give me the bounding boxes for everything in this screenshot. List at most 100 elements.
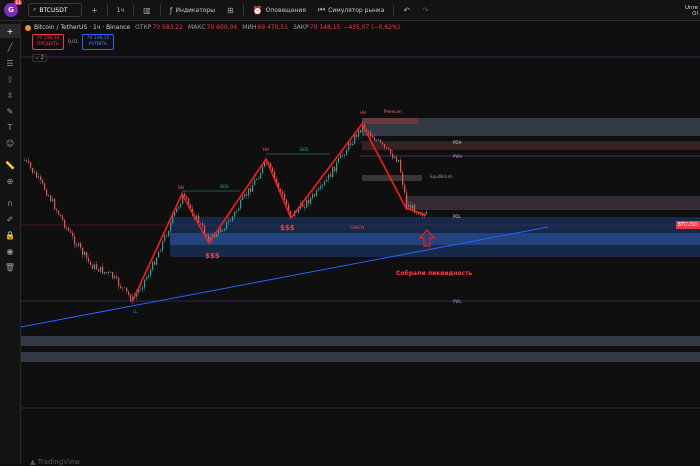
candle [28,160,30,163]
candle [320,186,322,189]
candle [74,236,76,245]
candle [380,139,382,143]
candle [358,129,360,137]
replay-button[interactable]: ⏮ Симулятор рынка [315,4,387,16]
redo-button[interactable]: ↷ [419,4,432,16]
redo-icon: ↷ [422,5,429,15]
candle [122,287,124,289]
trash-icon[interactable]: 🗑 [0,260,20,274]
candle [228,220,230,222]
price-chart[interactable]: HH HH HH BOS BOS LL Premium Equilibrium … [21,21,700,464]
high-value: 70 600,04 [206,24,238,31]
lock-drawing-icon[interactable]: ✐ [0,212,20,226]
fib-icon[interactable]: ☰ [0,56,20,70]
symbol-label: BTCUSDT [39,6,68,14]
eye-icon[interactable]: ◉ [0,244,20,258]
candle [56,209,58,211]
cross-icon[interactable]: + [0,24,20,38]
candle [152,261,154,270]
candle [356,134,358,137]
hh-label-3: HH [360,110,366,115]
indicators-button[interactable]: ƒ Индикаторы [167,4,218,16]
candle [162,241,164,251]
candle [40,176,42,180]
candle [126,287,128,292]
tradingview-logo[interactable]: ▲ TradingView [30,458,80,466]
chart-type-button[interactable]: ▥ [140,4,154,16]
interval-button[interactable]: 1ч [114,4,127,16]
candle [120,286,122,289]
brush-icon[interactable]: ✎ [0,104,20,118]
text-icon[interactable]: T [0,120,20,134]
pdh-label: PDH [453,140,462,145]
candle [148,275,150,278]
add-symbol-icon: + [91,5,98,15]
candle [332,166,334,177]
candle [250,188,252,192]
candle [258,178,260,180]
candle [330,174,332,177]
account-status[interactable]: Unre Ol [685,5,698,17]
divider [242,4,244,16]
user-avatar[interactable]: G 11 [4,0,22,17]
compare-button[interactable]: + [88,4,101,16]
layouts-button[interactable]: ⊞ [224,4,237,16]
candle [412,204,414,209]
candle [230,220,232,222]
divider [393,4,395,16]
candle [78,243,80,246]
indicators-collapse-button[interactable]: ⌄ 2 [32,54,47,62]
magnet-icon[interactable]: ∩ [0,196,20,210]
candle [24,159,26,161]
lock-icon[interactable]: 🔒 [0,228,20,242]
candle [180,203,182,208]
pdl-label: PDL [453,214,461,219]
trendline-icon[interactable]: ╱ [0,40,20,54]
symbol-search[interactable]: ⌕ BTCUSDT [28,3,82,17]
candle [224,228,226,231]
sell-button[interactable]: 70 148,14 ПРОДАТЬ [32,34,64,50]
measure-icon[interactable]: ⇳ [0,88,20,102]
buy-button[interactable]: 70 148,15 КУПИТЬ [82,34,115,50]
symbol-legend: Bitcoin / TetherUS · 1ч · Binance ОТКР 70… [25,24,400,31]
candle [92,264,94,270]
candle [144,279,146,288]
candle [322,184,324,187]
candle [60,214,62,217]
hh-label-1: HH [178,185,184,190]
candle [404,184,406,193]
candle [232,216,234,221]
zoom-icon[interactable]: ⊕ [0,174,20,188]
candle [260,173,262,179]
alerts-button[interactable]: ⏰ Оповещения [250,4,309,16]
candle [44,183,46,190]
candle [82,247,84,255]
pattern-icon[interactable]: ᛝ [0,72,20,86]
candle [140,288,142,290]
candle [42,179,44,184]
ruler-icon[interactable]: 📏 [0,158,20,172]
candle [178,207,180,209]
hh-label-2: HH [263,147,269,152]
candle [318,188,320,191]
candle [100,266,102,272]
candle [76,244,78,246]
candle [68,227,70,232]
candle [304,207,306,208]
undo-button[interactable]: ↶ [400,4,413,16]
candle [316,190,318,196]
candle [158,251,160,258]
tv-icon: ▲ [30,458,36,466]
replay-label: Симулятор рынка [328,6,385,14]
candle [166,235,168,237]
candle [246,194,248,196]
candle [340,154,342,159]
alerts-label: Оповещения [265,6,306,14]
candle [176,208,178,213]
candle [334,166,336,172]
candle [58,210,60,215]
candle [202,223,204,226]
candle [388,148,390,150]
emoji-icon[interactable]: ☺ [0,136,20,150]
candle [402,172,404,185]
